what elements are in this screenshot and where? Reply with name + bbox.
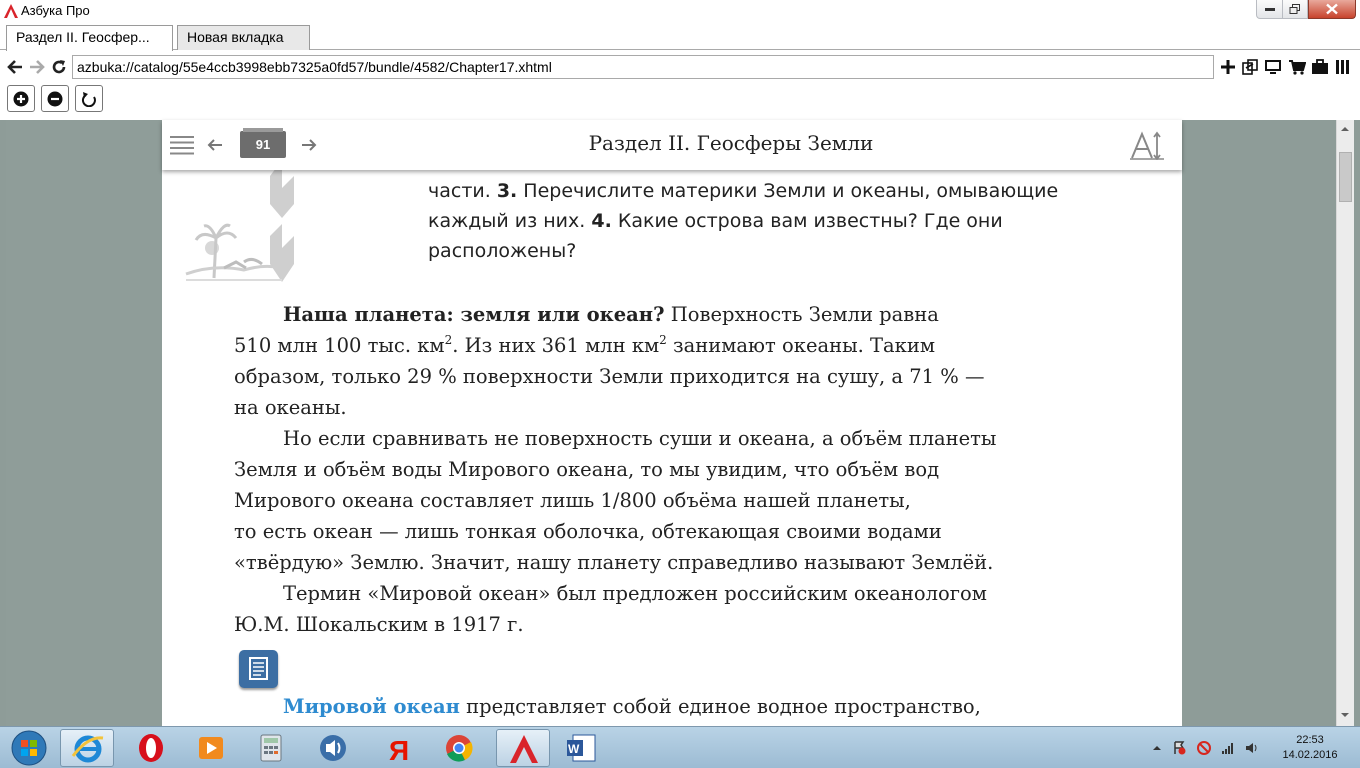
question-line: части. 3. Перечислите материки Земли и о… (428, 176, 1058, 206)
svg-text:W: W (568, 742, 580, 756)
reload-icon[interactable] (50, 58, 68, 76)
close-button[interactable] (1308, 0, 1356, 19)
paragraph-line: то есть океан — лишь тонкая оболочка, об… (234, 520, 942, 543)
media-player-icon (199, 737, 223, 759)
paragraph-line: Мирового океана составляет лишь 1/800 об… (234, 489, 911, 512)
superscript: 2 (659, 333, 667, 347)
paragraph-line: образом, только 29 % поверхности Земли п… (234, 365, 985, 388)
plus-circle-icon (13, 91, 29, 107)
copy-link-icon[interactable] (1241, 58, 1259, 76)
minimize-icon (1264, 8, 1275, 11)
taskbar-opera[interactable] (124, 729, 178, 767)
forward-arrow-icon[interactable] (28, 58, 46, 76)
question-number: 4. (591, 210, 612, 232)
network-disabled-icon[interactable] (1197, 741, 1211, 755)
title-bar: Азбука Про (0, 0, 1360, 22)
clock-time: 22:53 (1296, 734, 1324, 746)
paragraph-line: Термин «Мировой океан» был предложен рос… (283, 582, 987, 605)
question-text: каждый из них. (428, 210, 592, 232)
zoom-reset-button[interactable] (75, 85, 103, 112)
windows-start-icon (11, 730, 47, 766)
question-number: 3. (496, 180, 518, 202)
restore-button[interactable] (1282, 0, 1308, 19)
zoom-out-button[interactable] (41, 85, 69, 112)
taskbar: Я W 22:53 14.02.2016 (0, 726, 1360, 768)
question-text: Какие острова вам известны? Где они (611, 210, 1003, 232)
paragraph-line: Наша планета: земля или океан? Поверхнос… (234, 299, 939, 330)
speaker-icon (320, 735, 346, 761)
clock-date: 14.02.2016 (1282, 749, 1338, 761)
note-icon[interactable] (239, 650, 278, 688)
question-line: расположены? (428, 240, 577, 262)
yandex-icon: Я (389, 735, 409, 766)
show-hidden-icons[interactable] (1150, 741, 1164, 755)
paragraph-line: 510 млн 100 тыс. км2. Из них 361 млн км2… (234, 330, 935, 361)
taskbar-chrome[interactable] (432, 729, 486, 767)
question-line: каждый из них. 4. Какие острова вам изве… (428, 206, 1003, 236)
calculator-icon (260, 734, 282, 762)
minus-circle-icon (47, 91, 63, 107)
cart-icon[interactable] (1288, 58, 1306, 76)
briefcase-icon[interactable] (1311, 58, 1329, 76)
internet-explorer-icon (71, 735, 104, 763)
taskbar-media-player[interactable] (184, 729, 238, 767)
close-icon (1326, 3, 1338, 15)
paragraph-text: занимают океаны. Таким (666, 334, 936, 357)
tab-bar: Раздел II. Геосфер... Новая вкладка (0, 22, 1360, 51)
taskbar-internet-explorer[interactable] (60, 729, 114, 767)
taskbar-volume[interactable] (306, 729, 360, 767)
signal-icon[interactable] (1221, 741, 1235, 755)
font-size-icon[interactable] (1130, 130, 1164, 160)
paragraph-line: «твёрдую» Землю. Значит, нашу планету сп… (234, 551, 994, 574)
action-center-icon[interactable] (1172, 741, 1186, 755)
scrollbar-thumb[interactable] (1339, 152, 1352, 202)
tab-new[interactable]: Новая вкладка (177, 25, 310, 50)
paragraph-line: на океаны. (234, 396, 347, 419)
paragraph-line: Ю.М. Шокальским в 1917 г. (234, 613, 524, 636)
volume-tray-icon[interactable] (1245, 741, 1259, 755)
book-page[interactable]: части. 3. Перечислите материки Земли и о… (162, 120, 1182, 726)
back-arrow-icon[interactable] (6, 58, 24, 76)
tab-chapter[interactable]: Раздел II. Геосфер... (6, 25, 173, 51)
scroll-up-icon[interactable] (1336, 120, 1354, 138)
url-input[interactable] (72, 55, 1214, 79)
minimize-button[interactable] (1256, 0, 1283, 19)
paragraph-text: . Из них 361 млн км (452, 334, 660, 357)
paragraph-line: Мировой океан представляет собой единое … (234, 691, 981, 722)
taskbar-calculator[interactable] (244, 729, 298, 767)
taskbar-azbuka[interactable] (496, 729, 550, 767)
paragraph-text: 510 млн 100 тыс. км (234, 334, 445, 357)
document-icon (249, 657, 268, 680)
reader-header: 91 Раздел II. Геосферы Земли (162, 120, 1182, 170)
paragraph-line: Но если сравнивать не поверхность суши и… (283, 427, 997, 450)
island-illustration (185, 160, 294, 282)
word-icon: W (567, 734, 596, 762)
opera-icon (139, 734, 163, 762)
window-title: Азбука Про (21, 3, 90, 18)
taskbar-word[interactable]: W (556, 729, 610, 767)
monitor-icon[interactable] (1264, 58, 1282, 76)
section-heading: Наша планета: земля или океан? (283, 303, 665, 326)
paragraph-text: представляет собой единое водное простра… (459, 695, 981, 718)
term-link[interactable]: Мировой океан (283, 695, 460, 718)
chrome-icon (446, 735, 473, 762)
reset-icon (81, 92, 96, 107)
zoom-in-button[interactable] (7, 85, 35, 112)
taskbar-yandex[interactable]: Я (370, 729, 424, 767)
menu-bars-icon[interactable] (1334, 58, 1352, 76)
paragraph-text: Поверхность Земли равна (664, 303, 939, 326)
system-clock[interactable]: 22:53 14.02.2016 (1270, 733, 1350, 763)
svg-text:Я: Я (389, 735, 409, 766)
azbuka-logo-icon (4, 4, 18, 18)
scrollbar[interactable] (1336, 120, 1354, 726)
add-icon[interactable] (1219, 58, 1237, 76)
azbuka-app-icon (510, 735, 538, 763)
paragraph-line: Земля и объём воды Мирового океана, то м… (234, 458, 940, 481)
scroll-down-icon[interactable] (1336, 706, 1354, 724)
start-button[interactable] (2, 729, 56, 767)
question-text: части. (428, 180, 497, 202)
question-text: Перечислите материки Земли и океаны, омы… (517, 180, 1059, 202)
restore-icon (1289, 4, 1300, 14)
